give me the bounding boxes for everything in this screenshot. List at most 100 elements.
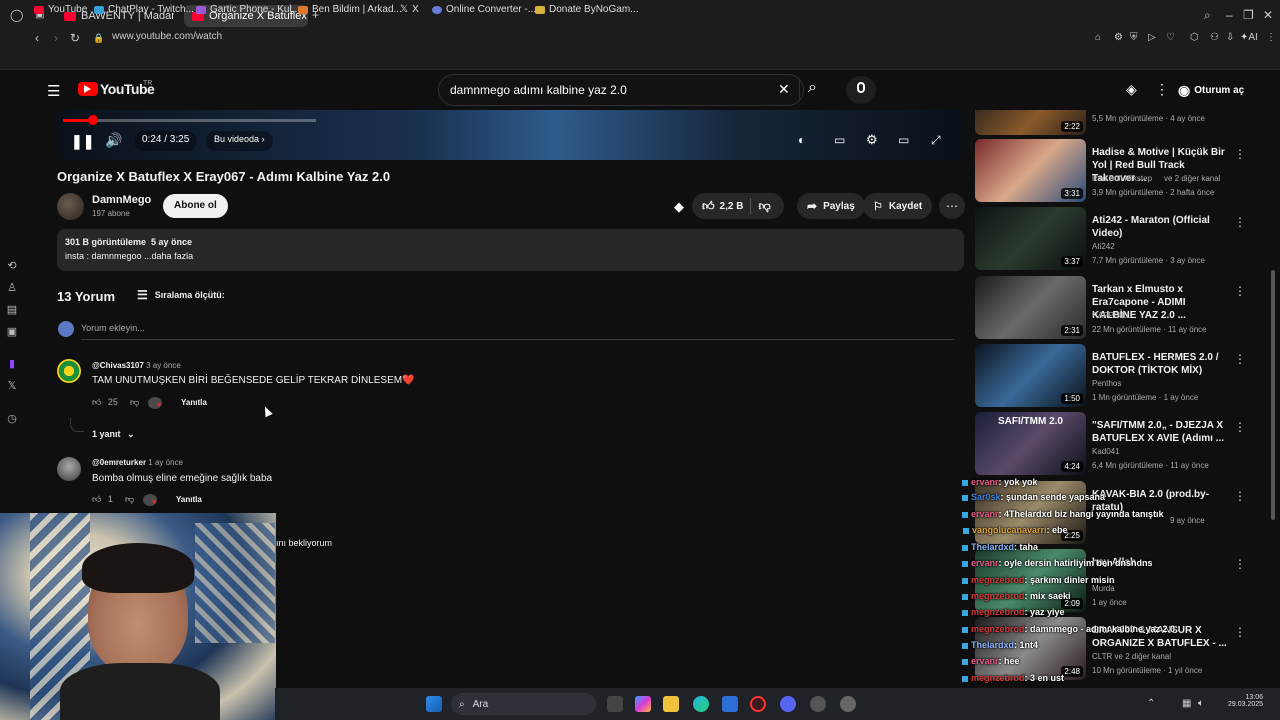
chapter-button[interactable]: Bu videoda › [206, 131, 273, 151]
rec-more-icon[interactable]: ⋮ [1234, 147, 1246, 161]
back-button[interactable]: ‹ [35, 31, 39, 45]
copilot-icon[interactable] [635, 696, 651, 712]
play-icon[interactable]: ▷ [1148, 31, 1156, 45]
edge-icon[interactable] [693, 696, 709, 712]
rec-thumbnail[interactable]: 3:37 [975, 207, 1086, 270]
minimize-button[interactable]: – [1226, 8, 1233, 22]
network-icon[interactable]: ▦ [1182, 698, 1191, 709]
discord-icon[interactable] [780, 696, 796, 712]
rec-more-icon[interactable]: ⋮ [1234, 625, 1246, 639]
show-replies-button[interactable]: 1 yanıt ⌄ [92, 429, 135, 440]
bookmark-gartic[interactable]: Gartic Phone - Kul... [196, 4, 300, 15]
pause-icon[interactable]: ❚❚ [71, 133, 94, 150]
opera-logo-icon[interactable]: ◯ [10, 8, 23, 22]
pinboard-icon[interactable]: ▤ [5, 303, 19, 317]
signin-button[interactable]: ◉ Oturum aç [1178, 76, 1244, 104]
rec-more-icon[interactable]: ⋮ [1234, 420, 1246, 434]
bookmark-benbildim[interactable]: Ben Bildim | Arkad... [298, 4, 402, 15]
rec-channel[interactable]: Penthos [1092, 379, 1121, 388]
rec-channel[interactable]: Red Bull Mikstep [1092, 174, 1152, 183]
tray-chevron-icon[interactable]: ⌃ [1147, 698, 1155, 709]
bookmark-youtube[interactable]: YouTube [34, 4, 87, 15]
channel-name[interactable]: DamnMego [92, 194, 151, 206]
search-input[interactable]: damnmego adımı kalbine yaz 2.0 [438, 74, 804, 106]
tab-search-icon[interactable]: ⌕ [1204, 8, 1211, 22]
commenter-avatar[interactable] [57, 359, 81, 383]
rec-channel[interactable]: Ati242 [1092, 242, 1115, 251]
theater-mode-icon[interactable]: ▭ [898, 133, 909, 147]
reply-button[interactable]: Yanıtla [176, 495, 202, 504]
comment-author[interactable]: @Chivas3107 [92, 361, 144, 370]
more-actions-icon[interactable]: ⋯ [939, 193, 965, 219]
store-icon[interactable] [722, 696, 738, 712]
forward-button[interactable]: › [54, 31, 58, 45]
comment-input[interactable]: Yorum ekleyin... [81, 323, 145, 333]
clock[interactable]: 13:06 29.03.2025 [1228, 694, 1263, 708]
bookmark-converter[interactable]: Online Converter -... [432, 4, 536, 15]
settings-menu-icon[interactable]: ⋮ [1155, 81, 1169, 98]
description-box[interactable] [57, 229, 964, 271]
fullscreen-icon[interactable]: ⤢ [931, 133, 941, 148]
aria-icon[interactable]: ♙ [5, 281, 19, 295]
rec-channel[interactable]: CLTR ve 2 diğer kanal [1092, 652, 1171, 661]
heart-icon[interactable]: ♡ [1166, 31, 1175, 45]
x-sidebar-icon[interactable]: 𝕏 [5, 379, 19, 393]
clear-search-icon[interactable]: ✕ [778, 81, 790, 98]
thumbs-down-icon[interactable]: 👎︎ [125, 494, 134, 504]
vpn-icon[interactable]: ⚙ [1114, 31, 1123, 45]
task-view-icon[interactable] [607, 696, 623, 712]
rec-thumbnail[interactable]: 1:50 [975, 344, 1086, 407]
snapshot-icon[interactable]: ⌂ [1095, 31, 1101, 45]
volume-icon[interactable]: 🔊 [105, 132, 122, 149]
clock-icon[interactable]: ◷ [5, 412, 19, 426]
subtitles-icon[interactable]: ▭ [834, 133, 845, 147]
rec-channel[interactable]: Murda [1092, 584, 1115, 593]
search-icon[interactable]: ⌕ [808, 79, 817, 97]
download-icon[interactable]: ⇩ [1226, 31, 1234, 45]
menu-icon[interactable]: ⋮ [1266, 31, 1276, 45]
bookmark-x[interactable]: 𝕏X [400, 4, 419, 15]
opera-taskbar-icon[interactable] [750, 696, 766, 712]
volume-tray-icon[interactable]: 🔈︎ [1198, 698, 1204, 709]
rec-more-icon[interactable]: ⋮ [1234, 215, 1246, 229]
rec-thumbnail[interactable]: 2:22 [975, 110, 1086, 135]
windows-start-icon[interactable] [426, 696, 442, 712]
comment-author[interactable]: @0emreturker [92, 458, 146, 467]
dislike-button[interactable]: 👎︎ [758, 199, 770, 214]
rec-thumbnail[interactable]: 2:31 [975, 276, 1086, 339]
rec-more-icon[interactable]: ⋮ [1234, 489, 1246, 503]
rec-more-icon[interactable]: ⋮ [1234, 352, 1246, 366]
subscribe-button[interactable]: Abone ol [163, 194, 228, 218]
bookmark-donate[interactable]: Donate ByNoGam... [535, 4, 638, 15]
like-button[interactable]: 👍︎ 2,2 B [702, 199, 743, 214]
share-button[interactable]: ➦ Paylaş [797, 193, 865, 219]
rec-more-icon[interactable]: ⋮ [1234, 284, 1246, 298]
history-icon[interactable]: ⟲ [5, 259, 19, 273]
thumbs-up-icon[interactable]: 👍︎ [92, 397, 101, 407]
close-window-button[interactable]: ✕ [1263, 8, 1273, 22]
save-button[interactable]: ⚐ Kaydet [863, 193, 933, 219]
thumbs-down-icon[interactable]: 👎︎ [130, 397, 139, 407]
shield-icon[interactable]: ⛨ [1130, 31, 1138, 45]
rec-more-icon[interactable]: ⋮ [1234, 557, 1246, 571]
scrollbar-thumb[interactable] [1271, 270, 1275, 520]
rec-channel[interactable]: 5,5 Mn görüntüleme · 4 ay önce [1092, 114, 1205, 123]
autoplay-toggle[interactable]: ◐ [798, 133, 805, 147]
rec-channel[interactable]: Kad041 [1092, 447, 1120, 456]
file-explorer-icon[interactable] [663, 696, 679, 712]
restore-button[interactable]: ❐ [1243, 8, 1254, 22]
steam-icon[interactable] [810, 696, 826, 712]
progress-track[interactable] [63, 119, 316, 122]
rec-title[interactable]: BATUFLEX - HERMES 2.0 / DOKTOR (TİKTOK M… [1092, 351, 1230, 377]
reload-button[interactable]: ↻ [70, 31, 80, 45]
rec-title[interactable]: "SAFI/TMM 2.0„ - DJEZJA X BATUFLEX X AVI… [1092, 419, 1230, 445]
rec-channel[interactable]: RAPPIXEL [1092, 311, 1131, 320]
extensions-icon[interactable]: ⬡ [1190, 31, 1199, 45]
hamburger-menu-icon[interactable]: ☰ [47, 82, 60, 100]
taskbar-search[interactable]: ⌕ Ara [451, 693, 596, 715]
rec-thumbnail[interactable]: SAFI/TMM 2.0 4:24 [975, 412, 1086, 475]
profile-icon[interactable]: ⚇ [1210, 31, 1219, 45]
sort-button[interactable]: ☰ Sıralama ölçütü: [137, 288, 225, 302]
bookmark-chatplay[interactable]: ChatPlay - Twitch... [94, 4, 194, 15]
settings-gear-icon[interactable]: ⚙ [866, 132, 878, 148]
